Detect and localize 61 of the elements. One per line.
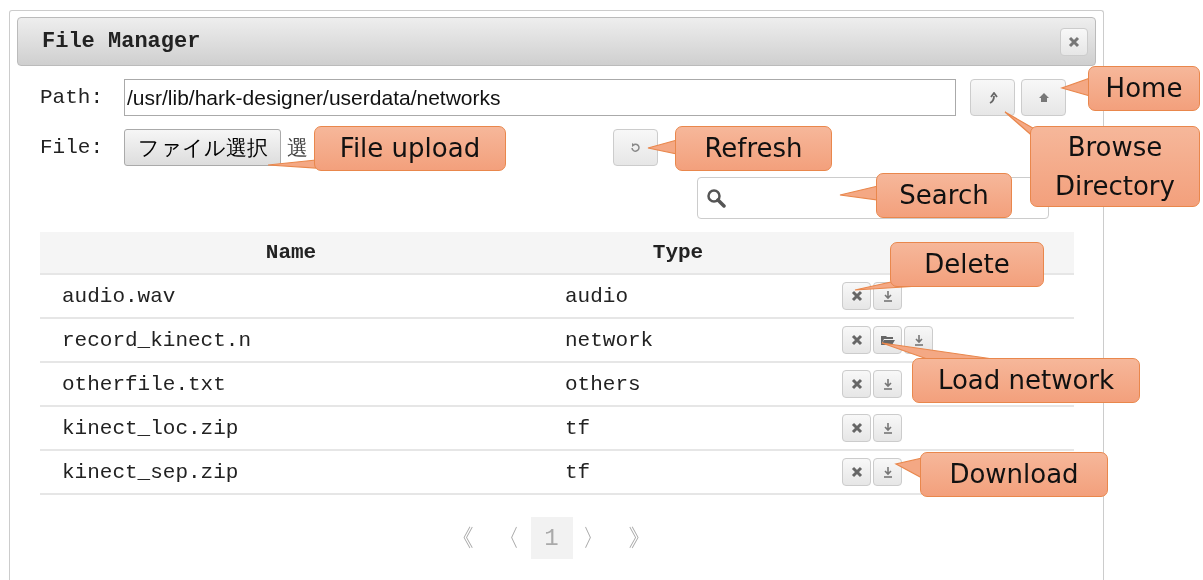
delete-button[interactable] <box>842 414 871 442</box>
callout: Refresh <box>675 126 832 171</box>
callout: Search <box>876 173 1012 218</box>
delete-button[interactable] <box>842 458 871 486</box>
callout: File upload <box>314 126 506 171</box>
close-icon <box>1068 35 1080 48</box>
file-choose-button[interactable]: ファイル選択 <box>124 129 281 166</box>
file-type: others <box>565 372 641 396</box>
close-icon <box>850 422 863 434</box>
close-icon <box>850 378 863 390</box>
arrow-up-icon <box>987 91 998 104</box>
close-icon <box>850 334 863 346</box>
delete-button[interactable] <box>842 326 871 354</box>
refresh-button[interactable] <box>613 129 658 166</box>
first-page-button[interactable]: 《 <box>438 517 485 559</box>
file-name: otherfile.txt <box>62 372 226 396</box>
delete-button[interactable] <box>842 282 871 310</box>
callout-pointer <box>267 159 317 169</box>
download-icon <box>882 378 893 390</box>
download-button[interactable] <box>873 370 902 398</box>
home-button[interactable] <box>1021 79 1066 116</box>
page-button[interactable]: 1 <box>530 517 573 559</box>
column-header: Type <box>542 232 814 274</box>
path-field[interactable]: /usr/lib/hark-designer/userdata/networks <box>124 79 956 116</box>
search-icon <box>706 188 726 208</box>
file-type: tf <box>565 460 591 484</box>
column-header: Name <box>40 232 542 274</box>
file-type: network <box>565 328 654 352</box>
download-icon <box>882 422 893 434</box>
load-button[interactable] <box>873 326 902 354</box>
callout: Browse Directory <box>1030 126 1200 207</box>
previous-page-button[interactable]: 〈 <box>484 517 531 559</box>
path-label: Path: <box>40 86 104 109</box>
next-page-button[interactable]: 〉 <box>572 517 615 559</box>
callout: Delete <box>890 242 1044 287</box>
download-icon <box>882 290 893 302</box>
refresh-icon <box>630 142 641 153</box>
file-type: audio <box>565 284 628 308</box>
callout: Load network <box>912 358 1140 403</box>
download-button[interactable] <box>873 458 902 486</box>
download-icon <box>913 334 924 346</box>
close-button[interactable] <box>1060 27 1088 56</box>
download-button[interactable] <box>873 414 902 442</box>
home-icon <box>1037 92 1050 103</box>
callout: Home <box>1088 66 1200 111</box>
callout: Download <box>920 452 1108 497</box>
file-name: kinect_sep.zip <box>62 460 239 484</box>
file-name: audio.wav <box>62 284 176 308</box>
file-type: tf <box>565 416 591 440</box>
folder-icon <box>879 334 896 346</box>
browse-up-button[interactable] <box>970 79 1015 116</box>
last-page-button[interactable]: 》 <box>614 517 665 559</box>
file-name: record_kinect.n <box>62 328 252 352</box>
file-status: 選 <box>287 134 308 162</box>
window-title: File Manager <box>42 29 201 54</box>
file-label: File: <box>40 136 104 159</box>
delete-button[interactable] <box>842 370 871 398</box>
close-icon <box>850 290 863 302</box>
file-name: kinect_loc.zip <box>62 416 239 440</box>
close-icon <box>850 466 863 478</box>
download-icon <box>882 466 893 478</box>
